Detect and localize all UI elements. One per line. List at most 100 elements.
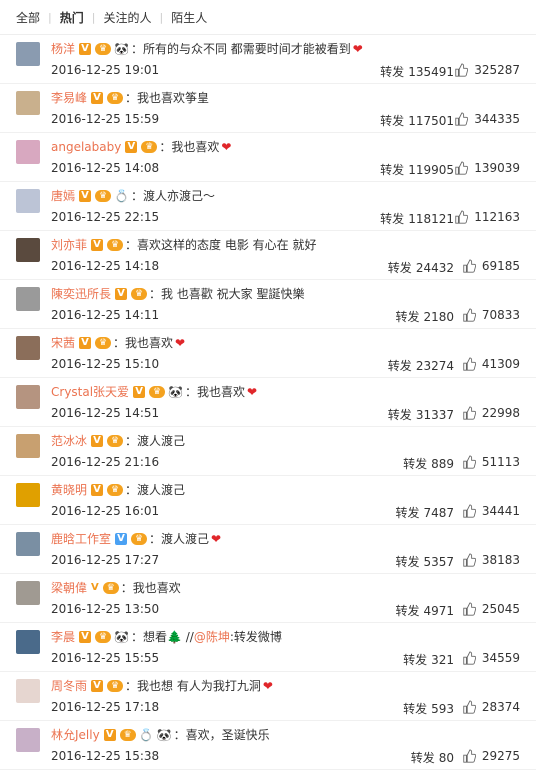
like-button[interactable]: 34441 (462, 504, 520, 518)
repost-button[interactable]: 转发 31337 (388, 406, 454, 423)
comment-text: ：渡人渡己 (125, 483, 186, 497)
like-button[interactable]: 139039 (454, 161, 520, 175)
repost-button[interactable]: 转发 23274 (388, 357, 454, 374)
repost-button[interactable]: 转发 119905 (380, 161, 454, 178)
avatar[interactable] (16, 42, 40, 66)
user-name-link[interactable]: 梁朝偉 (51, 580, 87, 596)
repost-button[interactable]: 转发 135491 (380, 63, 454, 80)
thumbs-up-icon (463, 651, 476, 665)
tab-separator: | (48, 10, 52, 24)
like-count: 22998 (481, 406, 520, 420)
like-button[interactable]: 51113 (462, 455, 520, 469)
comment-line: 范冰冰 V ♛ ：渡人渡己 (51, 433, 526, 449)
user-name-link[interactable]: angelababy (51, 139, 121, 155)
like-button[interactable]: 34559 (462, 651, 520, 665)
like-button[interactable]: 41309 (462, 357, 520, 371)
repost-button[interactable]: 转发 321 (403, 651, 454, 668)
comment-line: 林允Jelly V ♛ 💍 🐼 ：喜欢，圣诞快乐 (51, 727, 526, 743)
heart-icon: ❤ (352, 42, 363, 56)
mention-link[interactable]: @陈坤 (194, 629, 230, 645)
avatar[interactable] (16, 140, 40, 164)
avatar[interactable] (16, 91, 40, 115)
user-name-link[interactable]: 林允Jelly (51, 727, 100, 743)
tab-all[interactable]: 全部 (16, 9, 40, 26)
repost-label: 转发 (403, 702, 428, 716)
user-name-link[interactable]: 黄晓明 (51, 482, 87, 498)
comment-text: ：我也喜欢 (159, 140, 220, 154)
member-crown-icon: ♛ (149, 386, 166, 398)
user-name-link[interactable]: 李晨 (51, 629, 75, 645)
list-item: 林允Jelly V ♛ 💍 🐼 ：喜欢，圣诞快乐 2016-12-25 15:38 转发 80 2… (0, 721, 536, 770)
tab-strangers[interactable]: 陌生人 (171, 9, 207, 26)
like-button[interactable]: 22998 (462, 406, 520, 420)
like-button[interactable]: 70833 (462, 308, 520, 322)
comment-text: ：想看🌲 // (130, 630, 194, 644)
like-count: 70833 (481, 308, 520, 322)
panda-icon: 🐼 (156, 728, 172, 742)
tab-hot[interactable]: 热门 (60, 9, 84, 26)
tab-following[interactable]: 关注的人 (103, 9, 151, 26)
repost-button[interactable]: 转发 889 (403, 455, 454, 472)
ring-icon: 💍 (138, 728, 154, 742)
member-crown-icon: ♛ (95, 43, 112, 55)
repost-label: 转发 (387, 359, 412, 373)
thumbs-up-icon (463, 553, 476, 567)
member-crown-icon: ♛ (107, 484, 124, 496)
avatar[interactable] (16, 336, 40, 360)
repost-button[interactable]: 转发 117501 (380, 112, 454, 129)
avatar[interactable] (16, 287, 40, 311)
repost-button[interactable]: 转发 80 (411, 749, 454, 766)
member-crown-icon: ♛ (119, 729, 136, 741)
timestamp: 2016-12-25 15:10 (51, 357, 160, 371)
avatar[interactable] (16, 728, 40, 752)
like-button[interactable]: 38183 (462, 553, 520, 567)
like-button[interactable]: 325287 (454, 63, 520, 77)
repost-button[interactable]: 转发 2180 (395, 308, 454, 325)
user-name-link[interactable]: 鹿晗工作室 (51, 531, 111, 547)
verified-badge-icon: V (133, 386, 146, 398)
user-name-link[interactable]: 范冰冰 (51, 433, 87, 449)
repost-button[interactable]: 转发 24432 (388, 259, 454, 276)
verified-badge-icon: V (115, 288, 128, 300)
user-name-link[interactable]: 周冬雨 (51, 678, 87, 694)
repost-button[interactable]: 转发 5357 (395, 553, 454, 570)
avatar[interactable] (16, 532, 40, 556)
repost-button[interactable]: 转发 7487 (395, 504, 454, 521)
user-name-link[interactable]: 陳奕迅所長 (51, 286, 111, 302)
like-button[interactable]: 28374 (462, 700, 520, 714)
thumbs-up-icon (463, 504, 476, 518)
user-name-link[interactable]: 刘亦菲 (51, 237, 87, 253)
comment-line: 李易峰 V ♛ ：我也喜欢筝皇 (51, 90, 526, 106)
repost-label: 转发 (387, 408, 412, 422)
heart-icon: ❤ (211, 532, 222, 546)
like-button[interactable]: 25045 (462, 602, 520, 616)
like-button[interactable]: 29275 (462, 749, 520, 763)
thumbs-up-icon (463, 308, 476, 322)
avatar[interactable] (16, 385, 40, 409)
repost-button[interactable]: 转发 593 (403, 700, 454, 717)
avatar[interactable] (16, 483, 40, 507)
timestamp: 2016-12-25 14:18 (51, 259, 160, 273)
user-name-link[interactable]: 李易峰 (51, 90, 87, 106)
user-name-link[interactable]: Crystal张天爱 (51, 384, 129, 400)
list-item: 李易峰 V ♛ ：我也喜欢筝皇 2016-12-25 15:59 转发 117501 3443… (0, 84, 536, 133)
repost-count: 135491 (408, 65, 454, 79)
avatar[interactable] (16, 434, 40, 458)
like-button[interactable]: 112163 (454, 210, 520, 224)
user-name-link[interactable]: 唐嫣 (51, 188, 75, 204)
like-button[interactable]: 344335 (454, 112, 520, 126)
repost-button[interactable]: 转发 118121 (380, 210, 454, 227)
user-name-link[interactable]: 宋茜 (51, 335, 75, 351)
repost-button[interactable]: 转发 4971 (395, 602, 454, 619)
avatar[interactable] (16, 189, 40, 213)
avatar[interactable] (16, 238, 40, 262)
user-name-link[interactable]: 杨洋 (51, 41, 75, 57)
avatar[interactable] (16, 679, 40, 703)
like-button[interactable]: 69185 (462, 259, 520, 273)
panda-icon: 🐼 (114, 630, 129, 644)
like-count: 51113 (481, 455, 520, 469)
avatar[interactable] (16, 581, 40, 605)
list-item: 李晨 V ♛ 🐼 ：想看🌲 //@陈坤:转发微博 2016-12-25 15:55 转发 32… (0, 623, 536, 672)
comment-line: 宋茜 V ♛ ：我也喜欢 ❤ (51, 335, 526, 351)
avatar[interactable] (16, 630, 40, 654)
